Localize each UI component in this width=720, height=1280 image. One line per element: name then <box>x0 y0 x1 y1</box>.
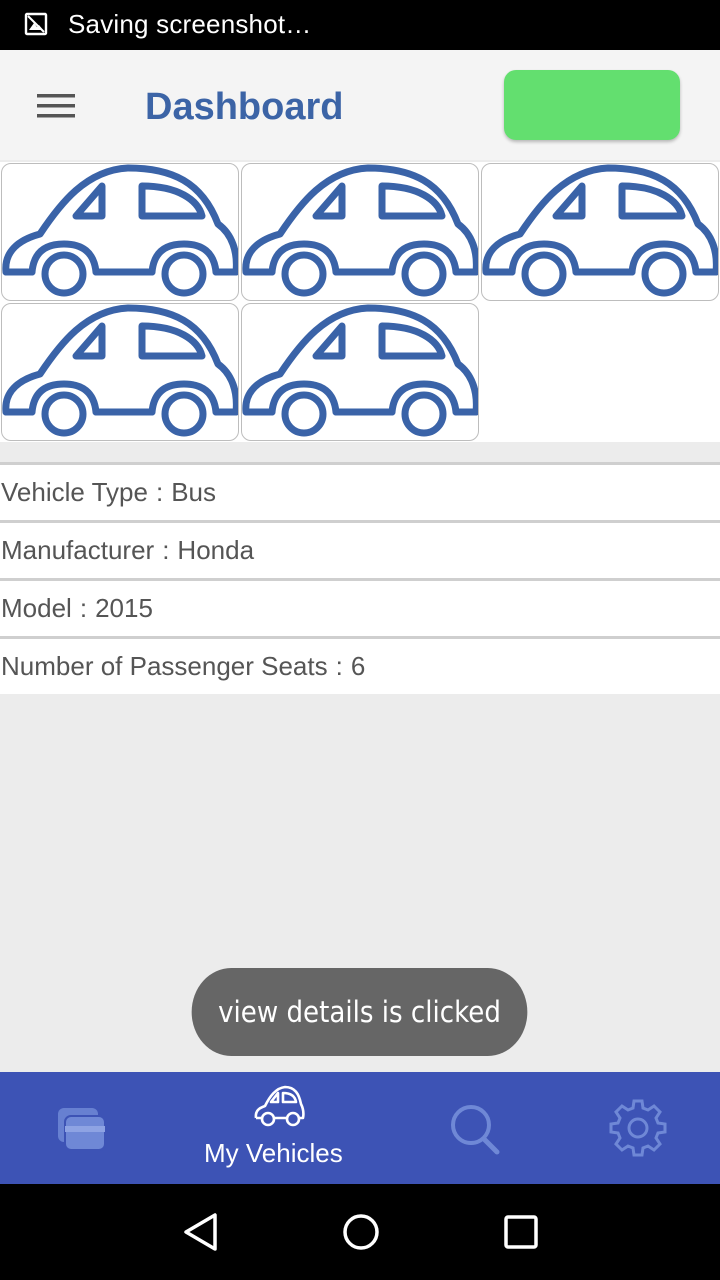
car-icon <box>2 164 238 300</box>
detail-row-model: Model:2015 <box>0 578 720 636</box>
car-icon <box>2 304 238 440</box>
system-nav-bar <box>0 1184 720 1280</box>
gear-icon <box>609 1099 667 1157</box>
cards-icon <box>58 1108 106 1151</box>
vehicle-tile[interactable] <box>1 163 239 301</box>
hamburger-menu-icon[interactable] <box>26 80 86 130</box>
detail-value: Honda <box>177 535 255 565</box>
car-icon <box>254 1085 305 1127</box>
detail-label: Number of Passenger Seats <box>1 651 328 681</box>
vehicle-tile[interactable] <box>241 163 479 301</box>
back-icon[interactable] <box>176 1207 226 1257</box>
app-bar: Dashboard <box>0 50 720 160</box>
car-icon <box>242 304 478 440</box>
search-icon <box>451 1105 500 1155</box>
bottom-nav: My Vehicles <box>0 1072 720 1184</box>
nav-item-settings[interactable] <box>558 1072 720 1184</box>
status-text: Saving screenshot… <box>68 9 312 39</box>
action-button[interactable] <box>504 70 680 140</box>
nav-item-search[interactable] <box>393 1072 558 1184</box>
detail-value: 2015 <box>95 593 153 623</box>
detail-row-manufacturer: Manufacturer: Honda <box>0 520 720 578</box>
detail-value: Bus <box>171 477 217 507</box>
car-icon <box>482 164 718 300</box>
vehicle-details: Vehicle Type: Bus Manufacturer: Honda Mode… <box>0 462 720 694</box>
screenshot-icon <box>24 12 48 36</box>
page-title: Dashboard <box>145 86 344 128</box>
toast-message: view details is clicked <box>191 968 528 1056</box>
detail-separator: : <box>335 651 343 681</box>
detail-row-vehicle-type: Vehicle Type: Bus <box>0 462 720 520</box>
detail-separator: : <box>162 535 170 565</box>
vehicle-grid <box>0 162 720 442</box>
detail-separator: : <box>155 477 164 507</box>
detail-label: Manufacturer <box>1 535 155 565</box>
detail-value: 6 <box>350 651 366 681</box>
nav-item-my-vehicles[interactable]: My Vehicles <box>165 1072 393 1184</box>
car-icon <box>242 164 478 300</box>
vehicle-tile[interactable] <box>241 303 479 441</box>
vehicle-tile[interactable] <box>481 163 719 301</box>
detail-label: Vehicle Type <box>1 477 148 507</box>
recents-icon[interactable] <box>496 1207 546 1257</box>
home-icon[interactable] <box>336 1207 386 1257</box>
vehicle-tile[interactable] <box>1 303 239 441</box>
nav-label-my-vehicles: My Vehicles <box>204 1138 343 1168</box>
detail-label: Model <box>1 593 72 623</box>
detail-separator: : <box>79 593 88 623</box>
status-bar: Saving screenshot… <box>0 0 720 50</box>
nav-item-cards[interactable] <box>0 1072 165 1184</box>
detail-row-seats: Number of Passenger Seats:6 <box>0 636 720 694</box>
